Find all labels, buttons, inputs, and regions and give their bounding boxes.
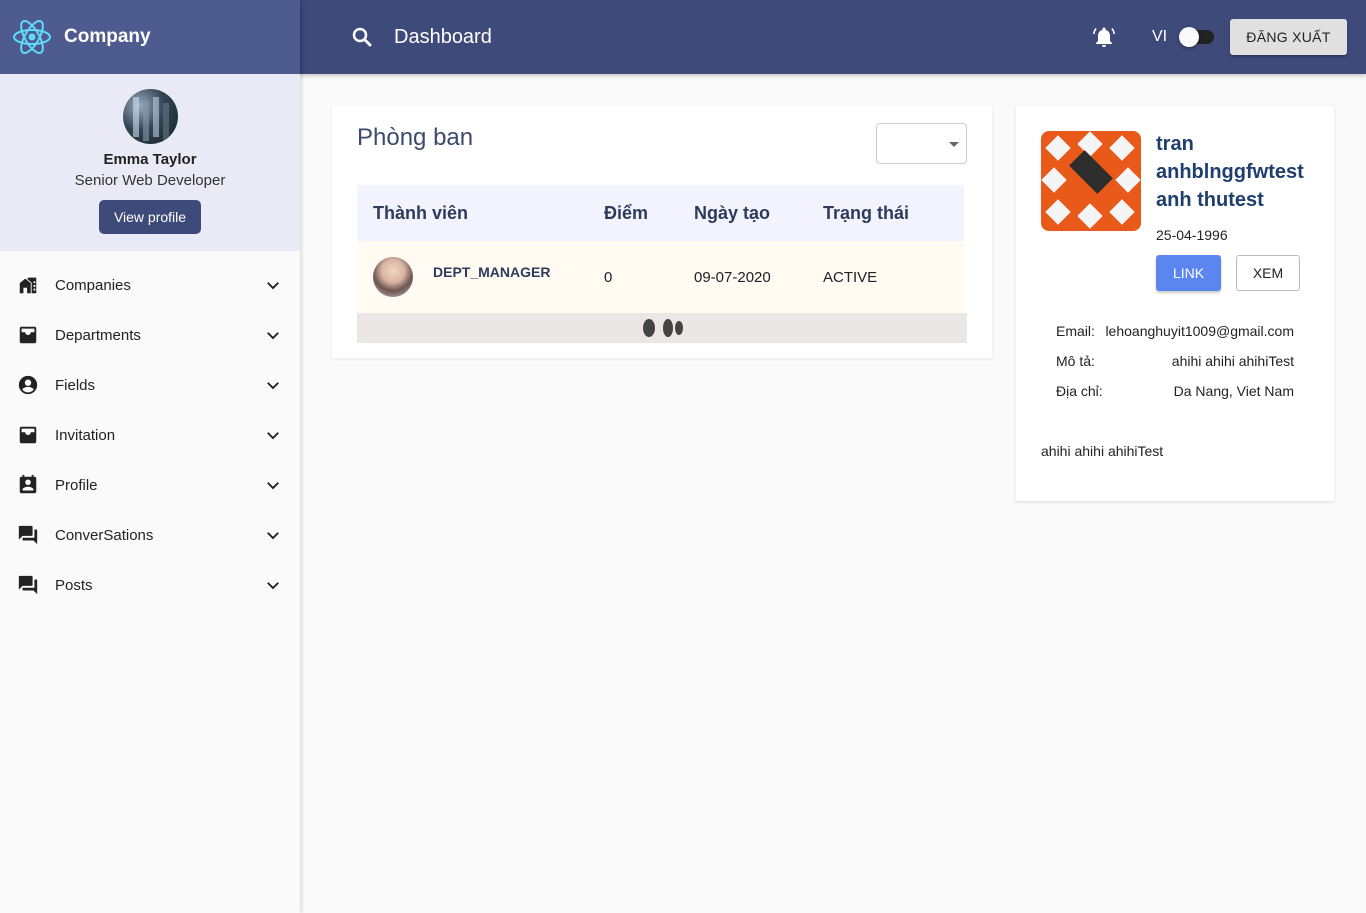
- language-toggle[interactable]: [1179, 27, 1214, 47]
- sidebar-nav: Companies Departments Fields Invitation: [0, 260, 300, 610]
- forum-icon: [17, 574, 39, 596]
- chevron-down-icon[interactable]: [264, 426, 282, 444]
- forum-icon: [17, 524, 39, 546]
- sidebar-item-label: ConverSations: [55, 526, 154, 544]
- user-panel: Emma Taylor Senior Web Developer View pr…: [0, 74, 300, 251]
- table-header-row: Thành viên Điểm Ngày tạo Trạng thái: [357, 185, 964, 241]
- column-header[interactable]: Ngày tạo: [694, 185, 823, 241]
- profile-bio: ahihi ahihi ahihiTest: [1041, 443, 1164, 459]
- user-name: Emma Taylor: [103, 151, 197, 168]
- sidebar-item-invitation[interactable]: Invitation: [0, 410, 300, 460]
- loading-dot: [663, 319, 673, 337]
- email-value: lehoanghuyit1009@gmail.com: [1105, 323, 1294, 339]
- brand[interactable]: Company: [0, 0, 300, 74]
- toggle-knob[interactable]: [1179, 27, 1199, 47]
- inbox-icon: [17, 424, 39, 446]
- profile-birthdate: 25-04-1996: [1156, 227, 1228, 243]
- profile-card: tran anhblnggfwtest anh thutest 25-04-19…: [1016, 106, 1334, 501]
- address-row: Địa chỉ: Da Nang, Viet Nam: [1056, 383, 1294, 399]
- chevron-down-icon[interactable]: [264, 276, 282, 294]
- department-title: Phòng ban: [357, 124, 474, 151]
- member-table: Thành viên Điểm Ngày tạo Trạng thái DEPT…: [357, 185, 964, 313]
- page-title: Dashboard: [394, 25, 492, 48]
- avatar[interactable]: [122, 89, 178, 144]
- member-name: DEPT_MANAGER: [433, 264, 551, 280]
- sidebar-item-label: Fields: [55, 376, 96, 394]
- created-date-cell: 09-07-2020: [694, 268, 771, 286]
- sidebar-item-posts[interactable]: Posts: [0, 560, 300, 610]
- sidebar: Company Emma Taylor Senior Web Developer…: [0, 0, 300, 913]
- email-label: Email:: [1056, 323, 1095, 339]
- react-atom-icon: [13, 20, 51, 54]
- chevron-down-icon[interactable]: [264, 476, 282, 494]
- sidebar-item-label: Invitation: [55, 426, 116, 444]
- link-button[interactable]: LINK: [1156, 255, 1221, 291]
- chevron-down-icon[interactable]: [264, 576, 282, 594]
- sidebar-item-fields[interactable]: Fields: [0, 360, 300, 410]
- loading-dot: [675, 321, 683, 335]
- address-value: Da Nang, Viet Nam: [1173, 383, 1294, 399]
- loading-indicator: [357, 313, 967, 343]
- logout-button[interactable]: ĐĂNG XUẤT: [1230, 19, 1347, 55]
- profile-name: tran anhblnggfwtest anh thutest: [1156, 133, 1304, 211]
- sidebar-item-label: Departments: [55, 326, 141, 344]
- brand-name: Company: [64, 26, 151, 47]
- chevron-down-icon[interactable]: [264, 526, 282, 544]
- column-header[interactable]: Trạng thái: [823, 185, 964, 241]
- sidebar-item-companies[interactable]: Companies: [0, 260, 300, 310]
- department-card: Phòng ban Thành viên Điểm Ngày tạo Trạng…: [332, 106, 992, 358]
- view-button[interactable]: XEM: [1236, 255, 1300, 291]
- top-header: Dashboard VI ĐĂNG XUẤT: [300, 0, 1366, 74]
- dropdown-caret-icon: [949, 142, 959, 147]
- description-value: ahihi ahihi ahihiTest: [1171, 353, 1294, 369]
- sidebar-item-conversations[interactable]: ConverSations: [0, 510, 300, 560]
- sidebar-item-label: Companies: [55, 276, 131, 294]
- loading-dot: [643, 319, 655, 337]
- profile-image: [1041, 131, 1141, 231]
- description-label: Mô tả:: [1056, 353, 1095, 369]
- member-cell: DEPT_MANAGER: [357, 257, 604, 297]
- search-icon[interactable]: [350, 25, 374, 49]
- column-header[interactable]: Thành viên: [357, 185, 604, 241]
- companies-icon: [17, 274, 39, 296]
- sidebar-item-label: Posts: [55, 576, 93, 594]
- chevron-down-icon[interactable]: [264, 326, 282, 344]
- score-cell: 0: [604, 268, 613, 286]
- view-profile-button[interactable]: View profile: [98, 200, 202, 234]
- user-role: Senior Web Developer: [74, 172, 226, 189]
- email-row: Email: lehoanghuyit1009@gmail.com: [1056, 323, 1294, 339]
- member-avatar: [373, 257, 413, 297]
- account-circle-icon: [17, 374, 39, 396]
- address-label: Địa chỉ:: [1056, 383, 1103, 399]
- contact-card-icon: [17, 474, 39, 496]
- column-header[interactable]: Điểm: [604, 185, 694, 241]
- sidebar-item-profile[interactable]: Profile: [0, 460, 300, 510]
- inbox-icon: [17, 324, 39, 346]
- department-select[interactable]: [876, 123, 967, 164]
- notification-bell-icon[interactable]: [1092, 25, 1116, 49]
- description-row: Mô tả: ahihi ahihi ahihiTest: [1056, 353, 1294, 369]
- chevron-down-icon[interactable]: [264, 376, 282, 394]
- table-row[interactable]: DEPT_MANAGER 0 09-07-2020 ACTIVE: [357, 241, 964, 313]
- sidebar-item-departments[interactable]: Departments: [0, 310, 300, 360]
- language-label: VI: [1152, 28, 1168, 45]
- sidebar-item-label: Profile: [55, 476, 98, 494]
- status-cell: ACTIVE: [823, 268, 878, 286]
